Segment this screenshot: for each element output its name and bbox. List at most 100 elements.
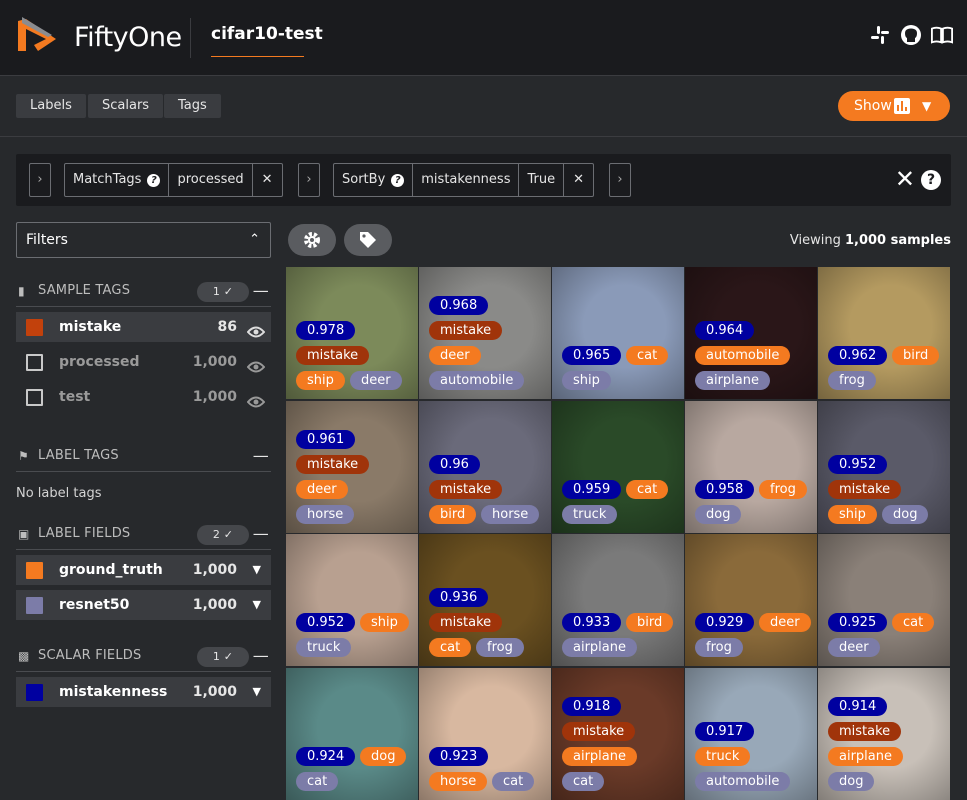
- chevron-down-icon[interactable]: ▼: [253, 555, 261, 585]
- filters-label: Filters: [26, 232, 68, 248]
- labels-tab[interactable]: Labels: [16, 94, 86, 118]
- show-plots-button[interactable]: Show ▼: [838, 91, 950, 121]
- stage-param[interactable]: mistakenness: [413, 164, 520, 196]
- help-icon: ?: [391, 174, 405, 187]
- docs-book-icon[interactable]: [931, 24, 953, 46]
- prediction-label: automobile: [695, 771, 791, 791]
- stage-name: SortBy?: [334, 164, 414, 196]
- field-count: 1,000: [192, 597, 237, 613]
- sample-tags-header[interactable]: ▮ SAMPLE TAGS 1 ✓ —: [16, 275, 271, 307]
- slack-icon[interactable]: [869, 24, 891, 46]
- stage-sortby[interactable]: SortBy? mistakenness True ✕: [333, 163, 594, 197]
- score-badge: 0.96: [429, 454, 480, 474]
- label-fields-header[interactable]: ▣ LABEL FIELDS 2 ✓ —: [16, 518, 271, 550]
- prediction-label: frog: [695, 638, 743, 657]
- sample-tile[interactable]: 0.925 cat deer: [818, 534, 950, 666]
- sample-tile[interactable]: 0.958 frog dog: [685, 400, 817, 533]
- clear-view-icon[interactable]: ✕: [895, 167, 915, 191]
- sample-tile[interactable]: 0.923 horse cat: [419, 667, 551, 800]
- filters-dropdown[interactable]: Filters ⌃: [16, 222, 271, 258]
- help-icon[interactable]: ?: [921, 170, 941, 190]
- sample-tile[interactable]: 0.961 mistake deer horse: [286, 400, 418, 533]
- sample-tile[interactable]: 0.96 mistake bird horse: [419, 400, 551, 533]
- ground-truth-label: bird: [626, 613, 674, 632]
- sample-tag-row[interactable]: processed 1,000: [16, 347, 271, 377]
- ground-truth-label: ship: [360, 613, 409, 632]
- github-icon[interactable]: [900, 24, 922, 46]
- score-badge: 0.962: [828, 346, 888, 365]
- remove-stage-icon[interactable]: ✕: [564, 164, 593, 196]
- checkbox[interactable]: [26, 684, 43, 701]
- prediction-label: horse: [481, 504, 540, 524]
- sample-tile[interactable]: 0.924 dog cat: [286, 667, 418, 800]
- sample-tag-row[interactable]: mistake 86: [16, 312, 271, 342]
- chevron-down-icon[interactable]: ▼: [253, 590, 261, 620]
- sample-tile[interactable]: 0.914 mistake airplane dog: [818, 667, 950, 800]
- field-label: ground_truth: [59, 562, 163, 578]
- field-row[interactable]: ground_truth 1,000 ▼: [16, 555, 271, 585]
- score-badge: 0.958: [695, 479, 755, 499]
- stage-param[interactable]: processed: [169, 164, 253, 196]
- prediction-label: deer: [350, 371, 402, 390]
- mistake-tag-badge: mistake: [429, 479, 503, 499]
- selected-count-pill[interactable]: 1 ✓: [197, 282, 249, 302]
- sample-tile[interactable]: 0.933 bird airplane: [552, 534, 684, 666]
- sample-tile[interactable]: 0.965 cat ship: [552, 267, 684, 399]
- tag-samples-button[interactable]: [344, 224, 392, 256]
- brand-name[interactable]: FiftyOne: [74, 22, 182, 53]
- chevron-down-icon[interactable]: ▼: [253, 677, 261, 707]
- sample-tag-row[interactable]: test 1,000: [16, 382, 271, 412]
- score-badge: 0.918: [562, 696, 622, 716]
- field-row[interactable]: resnet50 1,000 ▼: [16, 590, 271, 620]
- sample-tile[interactable]: 0.968 mistake deer automobile: [419, 267, 551, 399]
- selected-count-pill[interactable]: 1 ✓: [197, 647, 249, 667]
- sample-tile[interactable]: 0.917 truck automobile: [685, 667, 817, 800]
- prediction-label: truck: [562, 504, 618, 524]
- score-badge: 0.914: [828, 696, 888, 716]
- field-row[interactable]: mistakenness 1,000 ▼: [16, 677, 271, 707]
- field-count: 1,000: [192, 684, 237, 700]
- sample-tile[interactable]: 0.959 cat truck: [552, 400, 684, 533]
- sample-tile[interactable]: 0.978 mistake ship deer: [286, 267, 418, 399]
- collapse-icon[interactable]: —: [253, 640, 269, 672]
- checkbox[interactable]: [26, 597, 43, 614]
- tag-count: 1,000: [192, 354, 237, 370]
- fiftyone-logo-icon[interactable]: [16, 15, 58, 59]
- stage-matchtags[interactable]: MatchTags? processed ✕: [64, 163, 283, 197]
- label-tags-header[interactable]: ⚑ LABEL TAGS —: [16, 440, 271, 472]
- scalars-tab[interactable]: Scalars: [88, 94, 164, 118]
- collapse-icon[interactable]: —: [253, 275, 269, 307]
- tags-tab[interactable]: Tags: [164, 94, 221, 118]
- sample-tile[interactable]: 0.929 deer frog: [685, 534, 817, 666]
- tag-label: processed: [59, 354, 140, 370]
- collapse-icon[interactable]: —: [253, 518, 269, 550]
- settings-button[interactable]: [288, 224, 336, 256]
- sample-tile[interactable]: 0.936 mistake cat frog: [419, 534, 551, 666]
- sample-tile[interactable]: 0.952 ship truck: [286, 534, 418, 666]
- prediction-label: cat: [492, 771, 535, 791]
- dataset-selector[interactable]: cifar10-test: [211, 24, 323, 44]
- ground-truth-label: truck: [695, 746, 751, 766]
- checkbox[interactable]: [26, 319, 43, 336]
- stage-param[interactable]: True: [519, 164, 565, 196]
- scalar-fields-header[interactable]: ▩ SCALAR FIELDS 1 ✓ —: [16, 640, 271, 672]
- add-stage-arrow-2[interactable]: ›: [298, 163, 320, 197]
- add-stage-arrow-3[interactable]: ›: [609, 163, 631, 197]
- sample-tile[interactable]: 0.918 mistake airplane cat: [552, 667, 684, 800]
- selected-count-pill[interactable]: 2 ✓: [197, 525, 249, 545]
- add-stage-arrow-1[interactable]: ›: [29, 163, 51, 197]
- eye-icon[interactable]: [246, 390, 266, 408]
- remove-stage-icon[interactable]: ✕: [253, 164, 282, 196]
- tag-label: test: [59, 389, 91, 405]
- prediction-label: dog: [882, 504, 929, 524]
- score-badge: 0.959: [562, 479, 622, 499]
- collapse-icon[interactable]: —: [253, 440, 269, 472]
- checkbox[interactable]: [26, 389, 43, 406]
- sample-tile[interactable]: 0.962 bird frog: [818, 267, 950, 399]
- sample-tile[interactable]: 0.964 automobile airplane: [685, 267, 817, 399]
- checkbox[interactable]: [26, 562, 43, 579]
- eye-icon[interactable]: [246, 320, 266, 338]
- eye-icon[interactable]: [246, 355, 266, 373]
- sample-tile[interactable]: 0.952 mistake ship dog: [818, 400, 950, 533]
- checkbox[interactable]: [26, 354, 43, 371]
